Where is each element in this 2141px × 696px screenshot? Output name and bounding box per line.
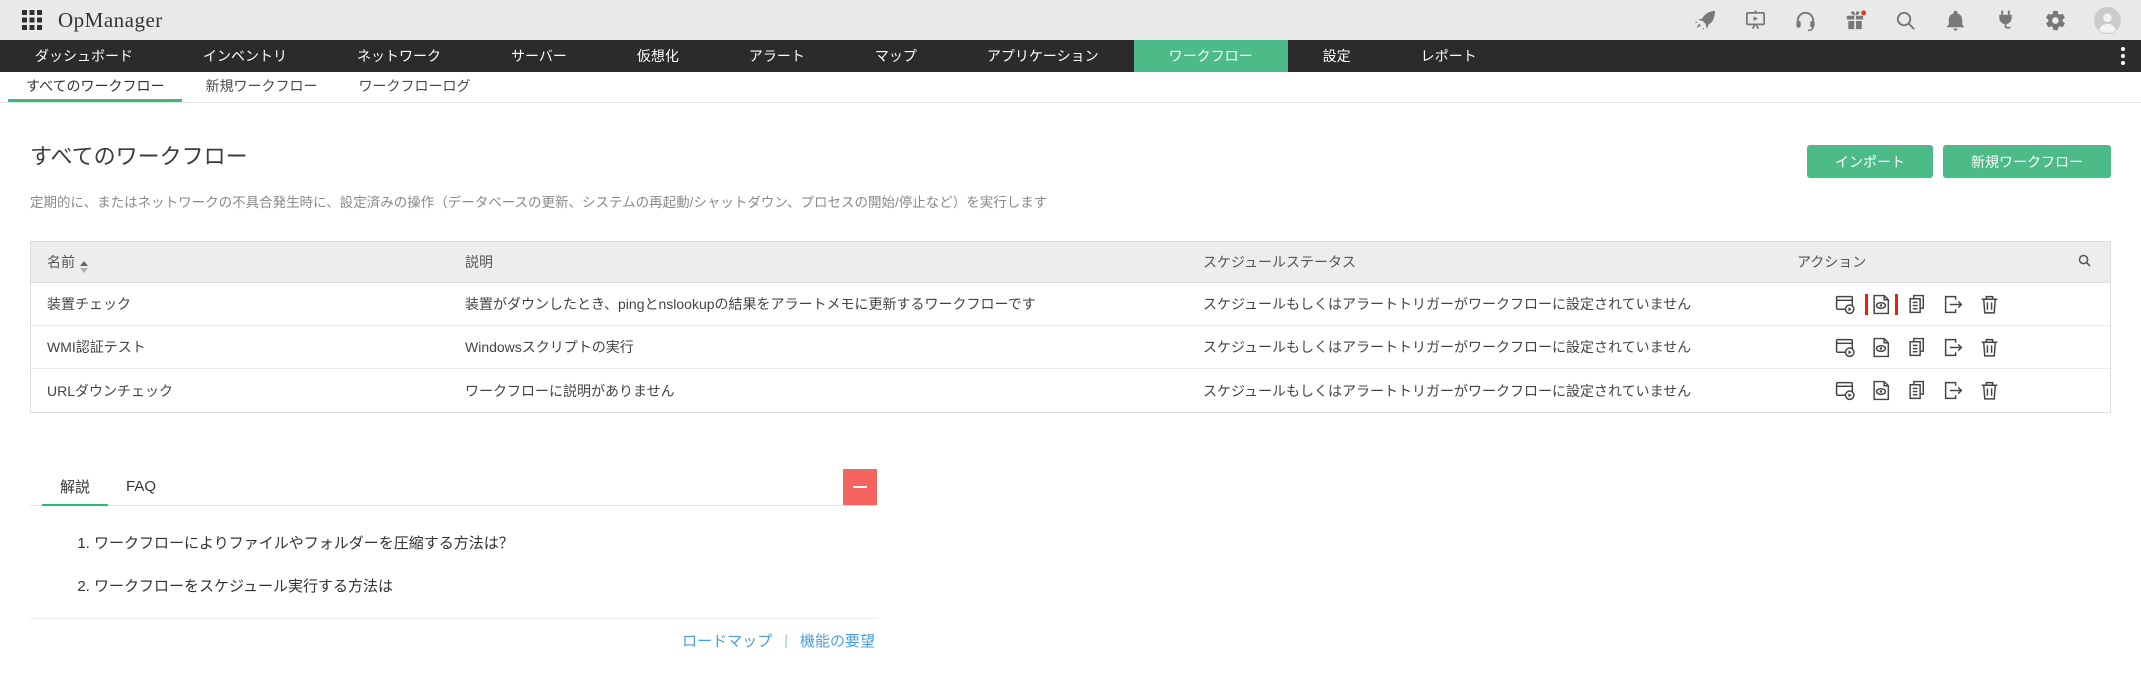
plug-icon[interactable] xyxy=(1994,9,2017,32)
export-icon[interactable] xyxy=(1943,380,1964,401)
help-panel: 解説 FAQ ワークフローによりファイルやフォルダーを圧縮する方法は？ ワークフ… xyxy=(30,469,877,651)
workflow-schedule-status: スケジュールもしくはアラートトリガーがワークフローに設定されていません xyxy=(1187,294,1781,314)
tab-workflow-log[interactable]: ワークフローログ xyxy=(340,72,488,102)
help-question-list: ワークフローによりファイルやフォルダーを圧縮する方法は？ ワークフローをスケジュ… xyxy=(30,532,877,596)
column-header-name[interactable]: 名前 xyxy=(31,252,449,273)
workflow-name: URLダウンチェック xyxy=(31,381,449,401)
nav-item-applications[interactable]: アプリケーション xyxy=(952,40,1134,72)
page-head: すべてのワークフロー 定期的に、またはネットワークの不具合発生時に、設定済みの操… xyxy=(0,103,2141,211)
new-workflow-button[interactable]: 新規ワークフロー xyxy=(1943,145,2111,178)
presentation-play-icon[interactable] xyxy=(1744,9,1767,32)
highlighted-action-box xyxy=(1865,294,1898,315)
minus-icon xyxy=(853,486,867,488)
view-icon[interactable] xyxy=(1871,380,1892,401)
table-row[interactable]: WMI認証テスト Windowsスクリプトの実行 スケジュールもしくはアラートト… xyxy=(31,326,2110,369)
view-icon[interactable] xyxy=(1871,337,1892,358)
execute-icon[interactable] xyxy=(1835,337,1856,358)
page-title: すべてのワークフロー xyxy=(30,139,2111,171)
nav-item-inventory[interactable]: インベントリ xyxy=(168,40,322,72)
copy-icon[interactable] xyxy=(1907,380,1928,401)
workflow-name: 装置チェック xyxy=(31,294,449,314)
feature-request-link[interactable]: 機能の要望 xyxy=(800,630,875,651)
workflow-subtabs: すべてのワークフロー 新規ワークフロー ワークフローログ xyxy=(0,72,2141,103)
nav-item-workflow[interactable]: ワークフロー xyxy=(1134,40,1288,72)
collapse-button[interactable] xyxy=(843,469,877,505)
nav-item-settings[interactable]: 設定 xyxy=(1288,40,1386,72)
rocket-icon[interactable] xyxy=(1694,9,1717,32)
gift-badge xyxy=(1861,10,1866,15)
delete-icon[interactable] xyxy=(1979,337,2000,358)
export-icon[interactable] xyxy=(1943,337,1964,358)
column-header-description: 説明 xyxy=(449,252,1187,272)
bell-icon[interactable] xyxy=(1944,9,1967,32)
execute-icon[interactable] xyxy=(1835,380,1856,401)
column-header-actions: アクション xyxy=(1781,252,2054,272)
topbar-icons xyxy=(1694,7,2121,34)
tab-explanation[interactable]: 解説 xyxy=(42,469,108,506)
apps-grid-icon[interactable] xyxy=(20,8,44,32)
table-search-icon[interactable] xyxy=(2077,253,2092,271)
tab-all-workflows[interactable]: すべてのワークフロー xyxy=(8,72,182,102)
delete-icon[interactable] xyxy=(1979,294,2000,315)
avatar[interactable] xyxy=(2094,7,2121,34)
export-icon[interactable] xyxy=(1943,294,1964,315)
column-header-schedule-status: スケジュールステータス xyxy=(1187,252,1781,272)
footer-links: ロードマップ | 機能の要望 xyxy=(30,619,877,651)
copy-icon[interactable] xyxy=(1907,294,1928,315)
gift-icon[interactable] xyxy=(1844,9,1867,32)
nav-item-network[interactable]: ネットワーク xyxy=(322,40,476,72)
help-tabs: 解説 FAQ xyxy=(30,469,877,506)
main-nav: ダッシュボード インベントリ ネットワーク サーバー 仮想化 アラート マップ … xyxy=(0,40,2141,72)
tab-new-workflow[interactable]: 新規ワークフロー xyxy=(187,72,335,102)
nav-item-server[interactable]: サーバー xyxy=(476,40,602,72)
workflow-name: WMI認証テスト xyxy=(31,337,449,357)
workflow-actions xyxy=(1781,294,2054,315)
gear-icon[interactable] xyxy=(2044,9,2067,32)
nav-item-maps[interactable]: マップ xyxy=(840,40,952,72)
app-title: OpManager xyxy=(58,8,163,33)
app-header: OpManager xyxy=(0,0,2141,40)
view-icon[interactable] xyxy=(1871,294,1892,315)
table-search[interactable] xyxy=(2054,253,2110,271)
workflow-table: 名前 説明 スケジュールステータス アクション 装置チェック 装置がダウンしたと… xyxy=(30,241,2111,413)
search-icon[interactable] xyxy=(1894,9,1917,32)
link-separator: | xyxy=(784,632,788,649)
nav-item-reports[interactable]: レポート xyxy=(1386,40,1512,72)
table-row[interactable]: 装置チェック 装置がダウンしたとき、pingとnslookupの結果をアラートメ… xyxy=(31,283,2110,326)
workflow-description: Windowsスクリプトの実行 xyxy=(449,337,1187,357)
table-row[interactable]: URLダウンチェック ワークフローに説明がありません スケジュールもしくはアラー… xyxy=(31,369,2110,412)
import-button[interactable]: インポート xyxy=(1807,145,1933,178)
workflow-schedule-status: スケジュールもしくはアラートトリガーがワークフローに設定されていません xyxy=(1187,381,1781,401)
sort-icon[interactable] xyxy=(80,261,88,273)
copy-icon[interactable] xyxy=(1907,337,1928,358)
table-header-row: 名前 説明 スケジュールステータス アクション xyxy=(31,242,2110,283)
workflow-schedule-status: スケジュールもしくはアラートトリガーがワークフローに設定されていません xyxy=(1187,337,1781,357)
workflow-description: ワークフローに説明がありません xyxy=(449,381,1187,401)
workflow-actions xyxy=(1781,380,2054,401)
help-question[interactable]: ワークフローによりファイルやフォルダーを圧縮する方法は？ xyxy=(94,532,877,553)
workflow-description: 装置がダウンしたとき、pingとnslookupの結果をアラートメモに更新するワ… xyxy=(449,294,1187,314)
nav-item-dashboard[interactable]: ダッシュボード xyxy=(0,40,168,72)
nav-item-virtualization[interactable]: 仮想化 xyxy=(602,40,714,72)
tab-faq[interactable]: FAQ xyxy=(108,469,174,506)
page-description: 定期的に、またはネットワークの不具合発生時に、設定済みの操作（データベースの更新… xyxy=(30,191,2111,211)
roadmap-link[interactable]: ロードマップ xyxy=(682,630,772,651)
help-question[interactable]: ワークフローをスケジュール実行する方法は xyxy=(94,575,877,596)
execute-icon[interactable] xyxy=(1835,294,1856,315)
delete-icon[interactable] xyxy=(1979,380,2000,401)
page-actions: インポート 新規ワークフロー xyxy=(1807,145,2111,178)
nav-item-alerts[interactable]: アラート xyxy=(714,40,840,72)
headset-icon[interactable] xyxy=(1794,9,1817,32)
workflow-actions xyxy=(1781,337,2054,358)
kebab-menu-icon[interactable] xyxy=(2105,40,2141,72)
